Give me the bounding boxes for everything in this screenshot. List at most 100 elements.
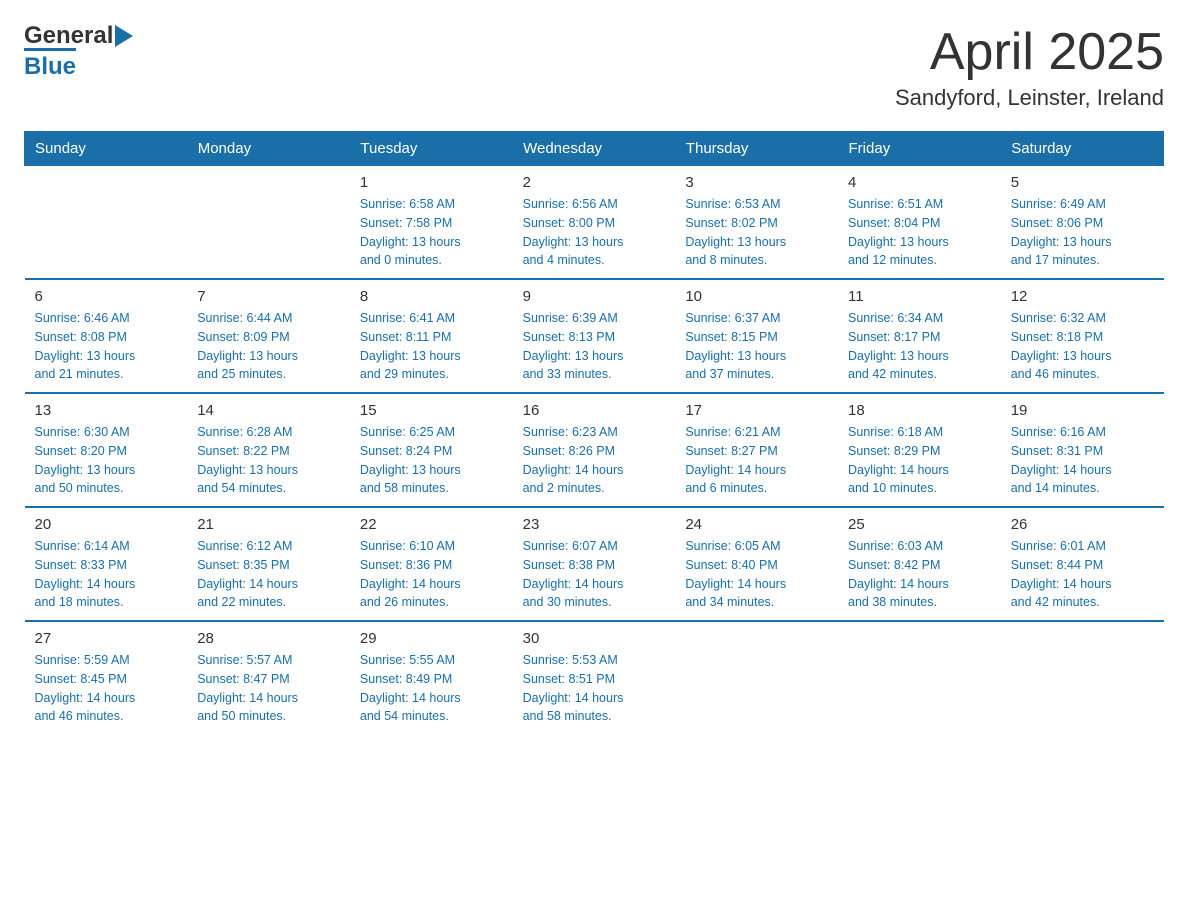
calendar-cell: 19 Sunrise: 6:16 AM Sunset: 8:31 PM Dayli…: [1001, 393, 1164, 507]
calendar-cell: 17 Sunrise: 6:21 AM Sunset: 8:27 PM Dayli…: [675, 393, 838, 507]
logo: General Blue: [24, 24, 133, 81]
day-number: 3: [685, 174, 828, 191]
day-number: 19: [1011, 402, 1154, 419]
calendar-cell: 4 Sunrise: 6:51 AM Sunset: 8:04 PM Daylig…: [838, 166, 1001, 280]
calendar-cell: 8 Sunrise: 6:41 AM Sunset: 8:11 PM Daylig…: [350, 279, 513, 393]
calendar-cell: [187, 166, 350, 280]
calendar-cell: 12 Sunrise: 6:32 AM Sunset: 8:18 PM Dayli…: [1001, 279, 1164, 393]
calendar-cell: 30Sunrise: 5:53 AM Sunset: 8:51 PM Dayli…: [513, 621, 676, 734]
calendar-header-row: SundayMondayTuesdayWednesdayThursdayFrid…: [25, 132, 1164, 166]
title-block: April 2025 Sandyford, Leinster, Ireland: [895, 24, 1164, 111]
calendar-week-row: 27 Sunrise: 5:59 AM Sunset: 8:45 PM Dayli…: [25, 621, 1164, 734]
day-number: 16: [523, 402, 666, 419]
day-number: 8: [360, 288, 503, 305]
day-info: Sunrise: 6:32 AM Sunset: 8:18 PM Dayligh…: [1011, 309, 1154, 384]
calendar-cell: 18 Sunrise: 6:18 AM Sunset: 8:29 PM Dayli…: [838, 393, 1001, 507]
calendar-cell: 15Sunrise: 6:25 AM Sunset: 8:24 PM Dayli…: [350, 393, 513, 507]
day-number: 29: [360, 630, 503, 647]
day-info: Sunrise: 5:55 AM Sunset: 8:49 PM Dayligh…: [360, 651, 503, 726]
day-info: Sunrise: 6:49 AM Sunset: 8:06 PM Dayligh…: [1011, 195, 1154, 270]
day-info: Sunrise: 6:41 AM Sunset: 8:11 PM Dayligh…: [360, 309, 503, 384]
calendar-cell: 27 Sunrise: 5:59 AM Sunset: 8:45 PM Dayli…: [25, 621, 188, 734]
day-number: 11: [848, 288, 991, 305]
weekday-header-wednesday: Wednesday: [513, 132, 676, 166]
day-info: Sunrise: 6:01 AM Sunset: 8:44 PM Dayligh…: [1011, 537, 1154, 612]
calendar-cell: 10 Sunrise: 6:37 AM Sunset: 8:15 PM Dayli…: [675, 279, 838, 393]
weekday-header-tuesday: Tuesday: [350, 132, 513, 166]
calendar-cell: 20 Sunrise: 6:14 AM Sunset: 8:33 PM Dayli…: [25, 507, 188, 621]
day-number: 20: [35, 516, 178, 533]
calendar-cell: 3 Sunrise: 6:53 AM Sunset: 8:02 PM Daylig…: [675, 166, 838, 280]
calendar-week-row: 20 Sunrise: 6:14 AM Sunset: 8:33 PM Dayli…: [25, 507, 1164, 621]
day-info: Sunrise: 6:21 AM Sunset: 8:27 PM Dayligh…: [685, 423, 828, 498]
calendar-cell: [1001, 621, 1164, 734]
day-info: Sunrise: 6:34 AM Sunset: 8:17 PM Dayligh…: [848, 309, 991, 384]
day-info: Sunrise: 5:57 AM Sunset: 8:47 PM Dayligh…: [197, 651, 340, 726]
day-info: Sunrise: 6:16 AM Sunset: 8:31 PM Dayligh…: [1011, 423, 1154, 498]
calendar-week-row: 6 Sunrise: 6:46 AM Sunset: 8:08 PM Daylig…: [25, 279, 1164, 393]
day-info: Sunrise: 6:18 AM Sunset: 8:29 PM Dayligh…: [848, 423, 991, 498]
day-number: 10: [685, 288, 828, 305]
day-number: 21: [197, 516, 340, 533]
calendar-cell: 13 Sunrise: 6:30 AM Sunset: 8:20 PM Dayli…: [25, 393, 188, 507]
calendar-table: SundayMondayTuesdayWednesdayThursdayFrid…: [24, 131, 1164, 734]
calendar-cell: 16 Sunrise: 6:23 AM Sunset: 8:26 PM Dayli…: [513, 393, 676, 507]
calendar-cell: 23 Sunrise: 6:07 AM Sunset: 8:38 PM Dayli…: [513, 507, 676, 621]
weekday-header-saturday: Saturday: [1001, 132, 1164, 166]
day-number: 30: [523, 630, 666, 647]
day-number: 28: [197, 630, 340, 647]
day-info: Sunrise: 6:05 AM Sunset: 8:40 PM Dayligh…: [685, 537, 828, 612]
day-number: 9: [523, 288, 666, 305]
day-info: Sunrise: 6:51 AM Sunset: 8:04 PM Dayligh…: [848, 195, 991, 270]
calendar-cell: 25Sunrise: 6:03 AM Sunset: 8:42 PM Dayli…: [838, 507, 1001, 621]
day-number: 22: [360, 516, 503, 533]
calendar-cell: [25, 166, 188, 280]
calendar-cell: 26 Sunrise: 6:01 AM Sunset: 8:44 PM Dayli…: [1001, 507, 1164, 621]
calendar-week-row: 1Sunrise: 6:58 AM Sunset: 7:58 PM Daylig…: [25, 166, 1164, 280]
calendar-cell: 2 Sunrise: 6:56 AM Sunset: 8:00 PM Daylig…: [513, 166, 676, 280]
day-info: Sunrise: 6:07 AM Sunset: 8:38 PM Dayligh…: [523, 537, 666, 612]
calendar-cell: 21 Sunrise: 6:12 AM Sunset: 8:35 PM Dayli…: [187, 507, 350, 621]
day-info: Sunrise: 5:59 AM Sunset: 8:45 PM Dayligh…: [35, 651, 178, 726]
calendar-cell: [838, 621, 1001, 734]
weekday-header-monday: Monday: [187, 132, 350, 166]
calendar-cell: [675, 621, 838, 734]
day-number: 6: [35, 288, 178, 305]
day-info: Sunrise: 6:30 AM Sunset: 8:20 PM Dayligh…: [35, 423, 178, 498]
weekday-header-friday: Friday: [838, 132, 1001, 166]
calendar-cell: 1Sunrise: 6:58 AM Sunset: 7:58 PM Daylig…: [350, 166, 513, 280]
logo-blue-text: Blue: [24, 48, 76, 81]
day-number: 1: [360, 174, 503, 191]
calendar-cell: 29 Sunrise: 5:55 AM Sunset: 8:49 PM Dayli…: [350, 621, 513, 734]
calendar-cell: 5 Sunrise: 6:49 AM Sunset: 8:06 PM Daylig…: [1001, 166, 1164, 280]
day-info: Sunrise: 6:12 AM Sunset: 8:35 PM Dayligh…: [197, 537, 340, 612]
day-info: Sunrise: 6:53 AM Sunset: 8:02 PM Dayligh…: [685, 195, 828, 270]
day-info: Sunrise: 6:46 AM Sunset: 8:08 PM Dayligh…: [35, 309, 178, 384]
day-info: Sunrise: 6:37 AM Sunset: 8:15 PM Dayligh…: [685, 309, 828, 384]
calendar-cell: 7Sunrise: 6:44 AM Sunset: 8:09 PM Daylig…: [187, 279, 350, 393]
day-number: 2: [523, 174, 666, 191]
calendar-cell: 14Sunrise: 6:28 AM Sunset: 8:22 PM Dayli…: [187, 393, 350, 507]
month-title: April 2025: [895, 24, 1164, 81]
day-number: 17: [685, 402, 828, 419]
day-number: 26: [1011, 516, 1154, 533]
day-number: 5: [1011, 174, 1154, 191]
day-number: 23: [523, 516, 666, 533]
day-number: 4: [848, 174, 991, 191]
day-info: Sunrise: 6:23 AM Sunset: 8:26 PM Dayligh…: [523, 423, 666, 498]
day-number: 15: [360, 402, 503, 419]
day-number: 13: [35, 402, 178, 419]
day-info: Sunrise: 6:10 AM Sunset: 8:36 PM Dayligh…: [360, 537, 503, 612]
day-info: Sunrise: 6:56 AM Sunset: 8:00 PM Dayligh…: [523, 195, 666, 270]
day-number: 24: [685, 516, 828, 533]
calendar-cell: 22 Sunrise: 6:10 AM Sunset: 8:36 PM Dayli…: [350, 507, 513, 621]
day-number: 27: [35, 630, 178, 647]
day-number: 25: [848, 516, 991, 533]
day-info: Sunrise: 6:14 AM Sunset: 8:33 PM Dayligh…: [35, 537, 178, 612]
day-number: 18: [848, 402, 991, 419]
day-number: 12: [1011, 288, 1154, 305]
calendar-cell: 28 Sunrise: 5:57 AM Sunset: 8:47 PM Dayli…: [187, 621, 350, 734]
day-info: Sunrise: 6:44 AM Sunset: 8:09 PM Dayligh…: [197, 309, 340, 384]
day-info: Sunrise: 6:39 AM Sunset: 8:13 PM Dayligh…: [523, 309, 666, 384]
calendar-cell: 9 Sunrise: 6:39 AM Sunset: 8:13 PM Daylig…: [513, 279, 676, 393]
